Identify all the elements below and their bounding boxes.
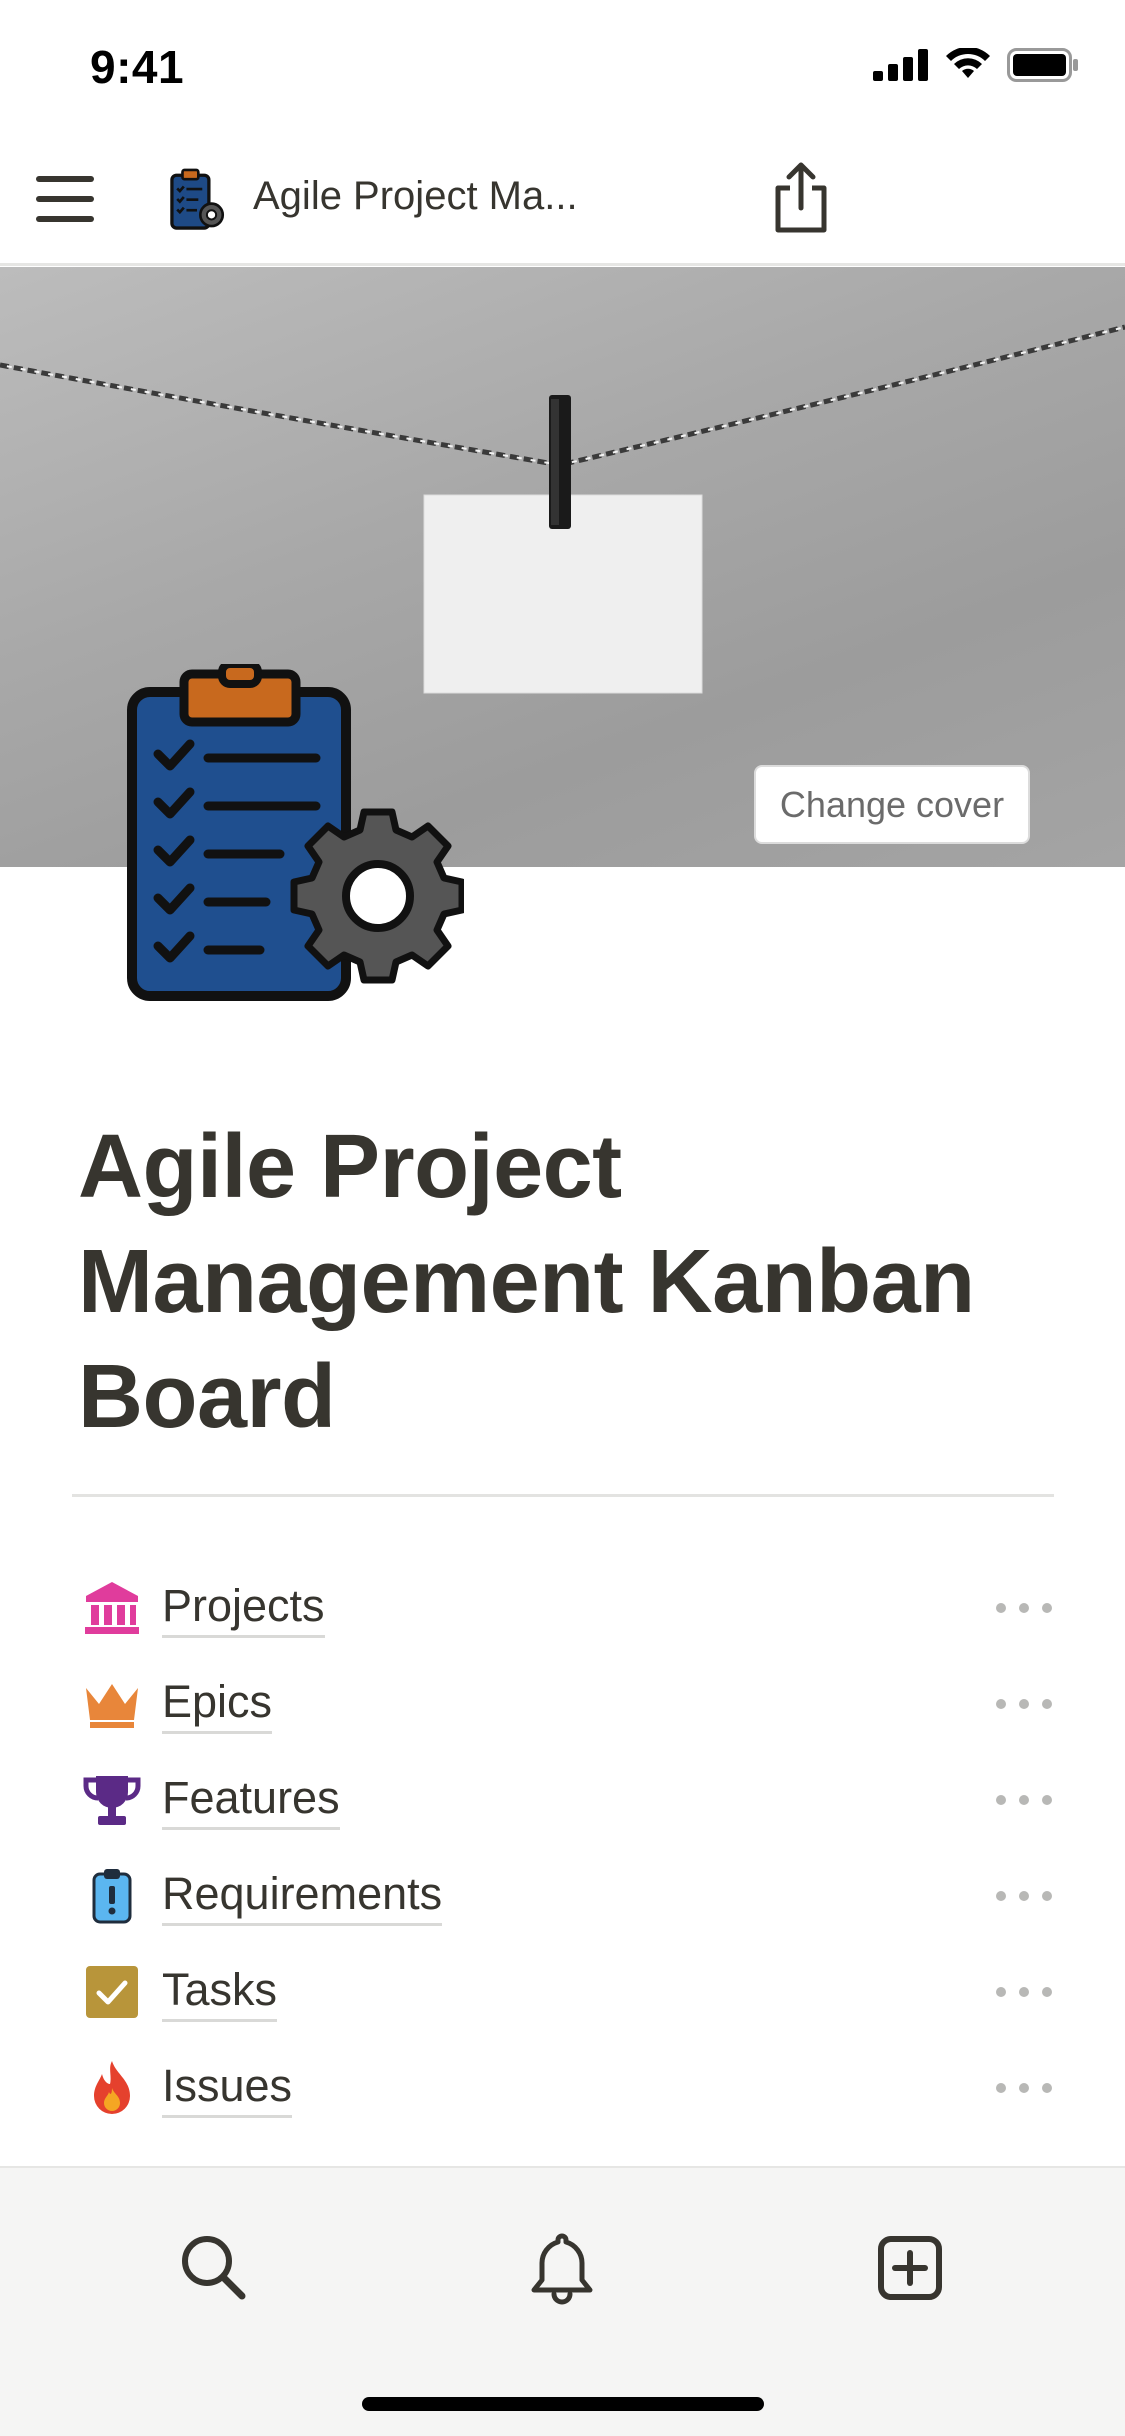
more-options-button[interactable] <box>996 1680 1052 1728</box>
list-item-label: Epics <box>162 1675 273 1734</box>
bell-icon[interactable] <box>522 2228 602 2308</box>
more-options-button[interactable] <box>996 2064 1052 2112</box>
nav-title[interactable]: Agile Project Ma... <box>253 174 578 219</box>
wifi-icon <box>946 48 990 78</box>
menu-button[interactable] <box>34 170 96 228</box>
screen: 9:41 Agile Project Ma... Change cover Ag… <box>0 0 1125 2436</box>
fire-icon <box>82 2058 142 2118</box>
clipboard-gear-icon[interactable] <box>124 664 464 1004</box>
status-time: 9:41 <box>90 41 185 93</box>
share-icon[interactable] <box>770 160 832 236</box>
cellular-signal-icon <box>873 49 928 81</box>
page-title[interactable]: Agile Project Management Kanban Board <box>78 1110 1078 1455</box>
change-cover-button[interactable]: Change cover <box>754 765 1030 844</box>
list-item-requirements[interactable]: Requirements <box>72 1848 1052 1944</box>
status-bar: 9:41 <box>0 0 1125 132</box>
new-page-icon[interactable] <box>870 2228 950 2308</box>
more-options-button[interactable] <box>996 1584 1052 1632</box>
list-item-label: Requirements <box>162 1867 443 1926</box>
list-item-features[interactable]: Features <box>72 1752 1052 1848</box>
checkbox-icon <box>82 1962 142 2022</box>
battery-icon <box>1007 48 1078 82</box>
list-item-label: Projects <box>162 1579 325 1638</box>
database-list: Projects Epics Features Requirements Tas… <box>72 1560 1052 2136</box>
top-nav: Agile Project Ma... <box>0 132 1125 266</box>
list-item-tasks[interactable]: Tasks <box>72 1944 1052 2040</box>
menu-icon-line <box>36 176 94 182</box>
clipboard-alert-icon <box>82 1866 142 1926</box>
list-item-projects[interactable]: Projects <box>72 1560 1052 1656</box>
bank-icon <box>82 1578 142 1638</box>
menu-icon-line <box>36 216 94 222</box>
more-options-button[interactable] <box>996 1776 1052 1824</box>
more-options-button[interactable] <box>996 1872 1052 1920</box>
list-item-label: Tasks <box>162 1963 278 2022</box>
search-icon[interactable] <box>174 2228 254 2308</box>
trophy-icon <box>82 1770 142 1830</box>
home-indicator <box>362 2397 764 2411</box>
crown-icon <box>82 1674 142 1734</box>
list-item-label: Features <box>162 1771 340 1830</box>
clipboard-gear-icon <box>170 168 225 230</box>
status-icons <box>873 48 1079 82</box>
more-options-button[interactable] <box>996 1968 1052 2016</box>
list-item-epics[interactable]: Epics <box>72 1656 1052 1752</box>
divider <box>72 1494 1054 1497</box>
bottom-tab-bar <box>0 2166 1125 2436</box>
list-item-label: Issues <box>162 2059 293 2118</box>
list-item-issues[interactable]: Issues <box>72 2040 1052 2136</box>
menu-icon-line <box>36 196 94 202</box>
